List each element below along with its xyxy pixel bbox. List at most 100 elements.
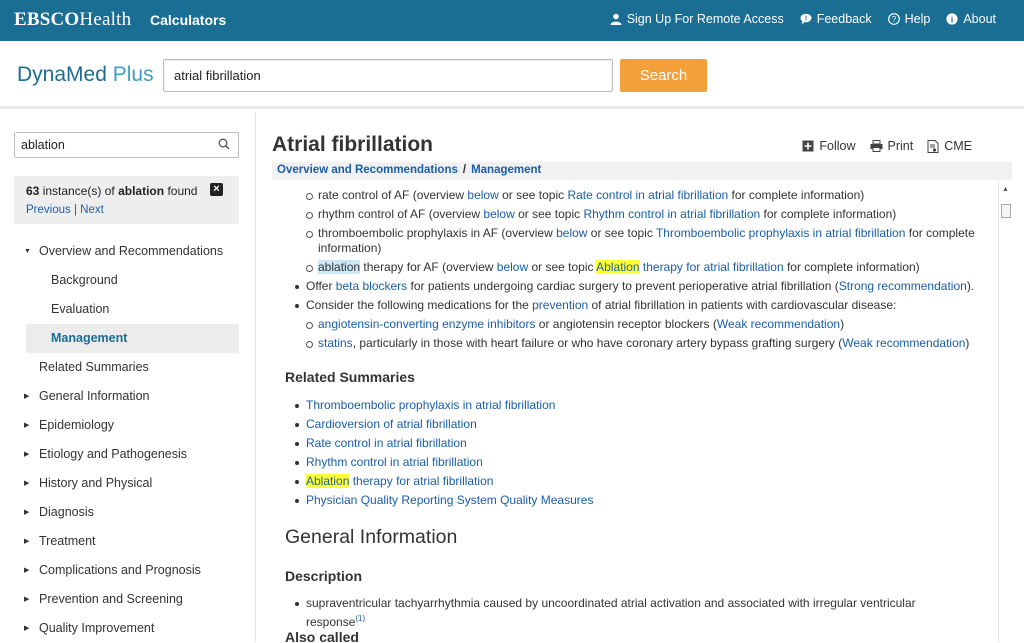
scroll-up-arrow-icon[interactable]: ▲ <box>1002 186 1009 193</box>
topic-link-rhythm-control[interactable]: Rhythm control in atrial fibrillation <box>583 207 760 221</box>
toc-item-overview-and-recommendations[interactable]: ▼ Overview and Recommendations <box>14 237 239 266</box>
list-item: supraventricular tachyarrhythmia caused … <box>285 596 975 630</box>
ebsco-health-logo[interactable]: EBSCOHealth <box>14 9 131 31</box>
list-item: rate control of AF (overview below or se… <box>285 188 975 203</box>
info-circle-icon: i <box>946 13 958 25</box>
related-summaries-heading: Related Summaries <box>285 369 415 385</box>
toc-item-etiology-and-pathogenesis[interactable]: ▶ Etiology and Pathogenesis <box>14 440 239 469</box>
list-item: Rhythm control in atrial fibrillation <box>285 455 483 470</box>
scrollbar[interactable]: ▲ <box>998 182 1012 642</box>
breadcrumb: Overview and Recommendations / Management <box>272 162 1012 180</box>
about-link[interactable]: i About <box>946 12 996 26</box>
below-link[interactable]: below <box>556 226 587 240</box>
current-match-highlight: ablation <box>318 260 361 274</box>
below-link[interactable]: below <box>497 260 528 274</box>
help-link[interactable]: ? Help <box>887 12 930 26</box>
toc-item-background[interactable]: Background <box>14 266 239 295</box>
calculators-link[interactable]: Calculators <box>150 12 226 28</box>
list-item: Cardioversion of atrial fibrillation <box>285 417 477 432</box>
find-in-topic-input[interactable] <box>15 133 205 157</box>
topic-link-ablation-therapy[interactable]: Ablation therapy for atrial fibrillation <box>596 260 784 274</box>
svg-text:!: ! <box>805 16 807 23</box>
sign-up-remote-access-link[interactable]: Sign Up For Remote Access <box>610 12 784 26</box>
question-circle-icon: ? <box>887 13 900 25</box>
user-icon <box>610 13 622 25</box>
content-scroll-area[interactable]: rate control of AF (overview below or se… <box>272 182 1012 642</box>
previous-match-link[interactable]: Previous <box>26 204 71 216</box>
caret-right-icon: ▶ <box>24 422 30 429</box>
sidebar: 63 instance(s) of ablation found Previou… <box>0 112 256 642</box>
page-title: Atrial fibrillation <box>272 133 434 156</box>
below-link[interactable]: below <box>483 207 514 221</box>
table-of-contents: ▼ Overview and Recommendations Background… <box>14 237 239 643</box>
toc-item-evaluation[interactable]: Evaluation <box>14 295 239 324</box>
speech-bubble-icon: ! <box>800 13 812 25</box>
search-button[interactable]: Search <box>620 59 707 92</box>
related-link[interactable]: Rate control in atrial fibrillation <box>306 436 467 450</box>
toc-item-diagnosis[interactable]: ▶ Diagnosis <box>14 498 239 527</box>
list-item: Rate control in atrial fibrillation <box>285 436 467 451</box>
list-item: Ablation therapy for atrial fibrillation <box>285 474 493 489</box>
caret-right-icon: ▶ <box>24 567 30 574</box>
caret-right-icon: ▶ <box>24 451 30 458</box>
ace-inhibitors-link[interactable]: angiotensin-converting enzyme inhibitors <box>318 317 535 331</box>
search-icon[interactable] <box>218 138 230 150</box>
list-item: Offer beta blockers for patients undergo… <box>285 279 975 294</box>
plus-square-icon <box>802 140 814 152</box>
next-match-link[interactable]: Next <box>80 204 104 216</box>
prevention-link[interactable]: prevention <box>532 298 588 312</box>
below-link[interactable]: below <box>467 188 498 202</box>
scrollbar-thumb[interactable] <box>1001 204 1011 218</box>
search-input[interactable] <box>163 59 613 92</box>
list-item: rhythm control of AF (overview below or … <box>285 207 975 222</box>
list-item: statins, particularly in those with hear… <box>285 336 975 351</box>
related-link[interactable]: Physician Quality Reporting System Quali… <box>306 493 593 507</box>
list-item: Physician Quality Reporting System Quali… <box>285 493 593 508</box>
caret-right-icon: ▶ <box>24 393 30 400</box>
toc-item-general-information[interactable]: ▶ General Information <box>14 382 239 411</box>
toc-item-prevention-and-screening[interactable]: ▶ Prevention and Screening <box>14 585 239 614</box>
caret-down-icon: ▼ <box>24 248 31 255</box>
related-link[interactable]: Thromboembolic prophylaxis in atrial fib… <box>306 398 555 412</box>
description-heading: Description <box>285 568 363 584</box>
feedback-link[interactable]: ! Feedback <box>800 12 872 26</box>
breadcrumb-management-link[interactable]: Management <box>471 164 541 176</box>
caret-right-icon: ▶ <box>24 625 30 632</box>
toc-item-related-summaries[interactable]: Related Summaries <box>14 353 239 382</box>
toc-item-complications-and-prognosis[interactable]: ▶ Complications and Prognosis <box>14 556 239 585</box>
also-called-heading: Also called <box>285 629 359 642</box>
related-link[interactable]: Rhythm control in atrial fibrillation <box>306 455 483 469</box>
toc-item-quality-improvement[interactable]: ▶ Quality Improvement <box>14 614 239 643</box>
toc-item-epidemiology[interactable]: ▶ Epidemiology <box>14 411 239 440</box>
list-item: angiotensin-converting enzyme inhibitors… <box>285 317 975 332</box>
breadcrumb-overview-link[interactable]: Overview and Recommendations <box>277 164 458 176</box>
print-button[interactable]: Print <box>870 139 913 153</box>
toc-item-management[interactable]: Management <box>26 324 239 353</box>
toc-item-treatment[interactable]: ▶ Treatment <box>14 527 239 556</box>
statins-link[interactable]: statins <box>318 336 353 350</box>
list-item: ablation therapy for AF (overview below … <box>285 260 975 275</box>
topic-link-rate-control[interactable]: Rate control in atrial fibrillation <box>567 188 728 202</box>
list-item: Thromboembolic prophylaxis in atrial fib… <box>285 398 555 413</box>
svg-text:i: i <box>951 14 953 24</box>
beta-blockers-link[interactable]: beta blockers <box>336 279 407 293</box>
main-content: Atrial fibrillation Follow Print CME Ove… <box>272 112 1012 642</box>
topic-link-thromboembolic-prophylaxis[interactable]: Thromboembolic prophylaxis in atrial fib… <box>656 226 905 240</box>
close-icon[interactable]: × <box>210 183 223 196</box>
find-in-topic-box <box>14 132 239 158</box>
related-link-ablation[interactable]: Ablation therapy for atrial fibrillation <box>306 474 493 488</box>
reference-link[interactable]: (1) <box>355 614 365 623</box>
strong-recommendation-link[interactable]: Strong recommendation <box>839 279 967 293</box>
follow-button[interactable]: Follow <box>802 139 856 153</box>
toc-item-history-and-physical[interactable]: ▶ History and Physical <box>14 469 239 498</box>
cme-button[interactable]: CME <box>927 139 972 153</box>
weak-recommendation-link[interactable]: Weak recommendation <box>717 317 840 331</box>
weak-recommendation-link[interactable]: Weak recommendation <box>842 336 965 350</box>
caret-right-icon: ▶ <box>24 509 30 516</box>
related-link[interactable]: Cardioversion of atrial fibrillation <box>306 417 477 431</box>
list-item: Consider the following medications for t… <box>285 298 975 313</box>
svg-text:?: ? <box>891 15 896 24</box>
find-results-count: 63 instance(s) of ablation found <box>26 184 198 198</box>
list-item: thromboembolic prophylaxis in AF (overvi… <box>285 226 975 256</box>
dynamed-plus-logo[interactable]: DynaMed Plus <box>17 63 154 87</box>
